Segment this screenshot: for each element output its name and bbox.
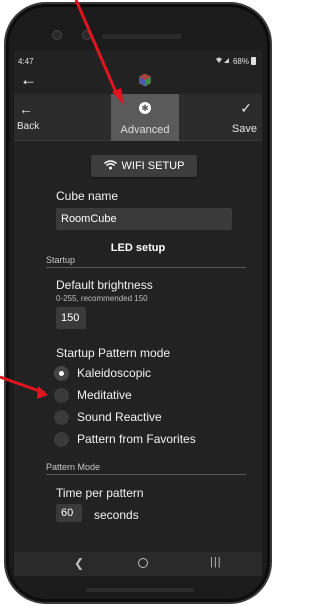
phone-frame: 4:47 68% ← ← Back ✱ Advanced ✓ Save WIFI…	[4, 2, 272, 604]
time-per-pattern-value: 60	[61, 507, 74, 519]
advanced-label: Advanced	[120, 124, 170, 136]
default-brightness-value: 150	[61, 312, 80, 324]
pattern-mode-section-header: Pattern Mode	[46, 462, 101, 472]
time-per-pattern-input[interactable]: 60	[56, 504, 82, 522]
radio-label: Meditative	[77, 388, 132, 402]
nav-home-icon[interactable]	[138, 558, 148, 568]
phone-top-bezel	[6, 4, 270, 52]
default-brightness-input[interactable]: 150	[56, 307, 86, 329]
back-button[interactable]: ← Back	[14, 94, 54, 141]
back-arrow-icon[interactable]: ←	[20, 70, 37, 90]
screen: 4:47 68% ← ← Back ✱ Advanced ✓ Save WIFI…	[14, 50, 262, 576]
startup-pattern-mode-label: Startup Pattern mode	[56, 346, 171, 360]
time-per-pattern-label: Time per pattern	[56, 486, 144, 500]
wifi-icon	[103, 159, 117, 173]
cube-logo-icon	[139, 73, 151, 87]
app-bar: ←	[14, 70, 262, 92]
radio-label: Kaleidoscopic	[77, 366, 152, 380]
startup-section-header: Startup	[46, 255, 76, 265]
radio-label: Pattern from Favorites	[77, 432, 196, 446]
wifi-setup-label: WIFI SETUP	[121, 160, 185, 172]
radio-selected-icon	[54, 365, 69, 381]
cube-name-label: Cube name	[56, 189, 119, 203]
checkmark-icon: ✓	[240, 100, 252, 116]
radio-kaleidoscopic[interactable]: Kaleidoscopic	[54, 363, 151, 383]
pattern-mode-divider	[46, 474, 246, 475]
save-label: Save	[231, 123, 257, 135]
status-bar: 4:47 68%	[14, 50, 262, 70]
nav-recents-icon[interactable]: |||	[210, 556, 222, 568]
camera-icon	[52, 30, 62, 40]
signal-icon	[215, 56, 231, 66]
default-brightness-hint: 0-255, recommended 150	[56, 294, 148, 303]
radio-sound-reactive[interactable]: Sound Reactive	[54, 407, 162, 427]
bottom-bezel	[86, 588, 194, 592]
radio-unselected-icon	[54, 387, 69, 403]
toolbar: ← Back ✱ Advanced ✓ Save	[14, 94, 262, 141]
settings-content: WIFI SETUP Cube name RoomCube LED setup …	[14, 142, 262, 552]
sensor-icon	[82, 30, 92, 40]
radio-unselected-icon	[54, 409, 69, 425]
nav-back-icon[interactable]: ❮	[74, 556, 84, 570]
led-setup-title: LED setup	[110, 242, 166, 254]
speaker-grille	[102, 34, 182, 39]
status-right: 68%	[215, 56, 256, 66]
battery-icon	[251, 57, 256, 65]
system-nav-bar: ❮ |||	[14, 552, 262, 576]
cube-name-value: RoomCube	[61, 213, 117, 225]
time-per-pattern-unit: seconds	[94, 508, 139, 522]
default-brightness-label: Default brightness	[56, 278, 153, 292]
wifi-setup-button[interactable]: WIFI SETUP	[91, 155, 197, 177]
status-time: 4:47	[18, 57, 34, 66]
advanced-button[interactable]: ✱ Advanced	[111, 94, 179, 141]
back-arrow-icon: ←	[19, 101, 33, 117]
startup-divider	[46, 267, 246, 268]
radio-meditative[interactable]: Meditative	[54, 385, 132, 405]
gear-icon: ✱	[139, 102, 151, 114]
cube-name-input[interactable]: RoomCube	[56, 208, 232, 230]
back-label: Back	[17, 121, 40, 132]
radio-unselected-icon	[54, 431, 69, 447]
radio-label: Sound Reactive	[77, 410, 162, 424]
save-button[interactable]: ✓ Save	[222, 94, 262, 141]
battery-percent: 68%	[232, 56, 249, 66]
radio-pattern-from-favorites[interactable]: Pattern from Favorites	[54, 429, 196, 449]
